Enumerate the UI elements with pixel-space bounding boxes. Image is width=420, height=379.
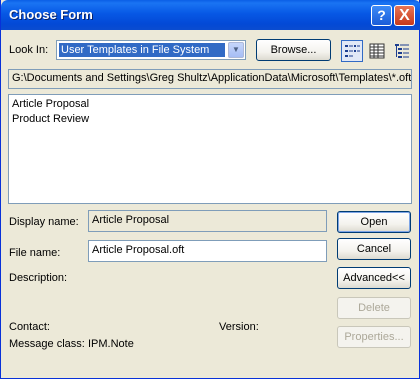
list-view-icon <box>345 45 360 57</box>
path-field: G:\Documents and Settings\Greg Shultz\Ap… <box>8 69 412 89</box>
chevron-down-icon[interactable]: ▼ <box>228 42 244 58</box>
title-bar[interactable]: Choose Form ? X <box>1 0 420 30</box>
close-icon: X <box>399 7 410 24</box>
message-class-value: IPM.Note <box>88 338 134 350</box>
contact-label: Contact: <box>9 321 50 333</box>
version-label: Version: <box>219 321 259 333</box>
details-view-button[interactable] <box>366 40 388 62</box>
window-title: Choose Form <box>9 7 93 22</box>
tree-view-button[interactable] <box>391 40 413 62</box>
look-in-dropdown[interactable]: User Templates in File System ▼ <box>56 40 246 60</box>
details-view-icon <box>369 43 385 59</box>
list-item[interactable]: Product Review <box>11 112 409 127</box>
properties-button[interactable]: Properties... <box>337 326 411 348</box>
tree-view-icon <box>395 44 409 58</box>
list-item[interactable]: Article Proposal <box>11 97 409 112</box>
list-view-button[interactable] <box>341 40 363 62</box>
cancel-button[interactable]: Cancel <box>337 238 411 260</box>
browse-button[interactable]: Browse... <box>256 39 331 61</box>
forms-list[interactable]: Article Proposal Product Review <box>8 94 412 204</box>
delete-button[interactable]: Delete <box>337 297 411 319</box>
close-button[interactable]: X <box>394 5 415 26</box>
file-name-label: File name: <box>9 247 61 259</box>
help-icon: ? <box>377 7 386 23</box>
open-button[interactable]: Open <box>337 211 411 233</box>
advanced-button[interactable]: Advanced<< <box>337 267 411 289</box>
display-name-label: Display name: <box>9 216 79 228</box>
message-class-label: Message class: <box>9 338 85 350</box>
look-in-value: User Templates in File System <box>59 43 225 57</box>
help-button[interactable]: ? <box>371 5 392 26</box>
look-in-label: Look In: <box>9 44 49 56</box>
choose-form-dialog: Choose Form ? X Look In: User Templates … <box>0 0 420 379</box>
file-name-input[interactable]: Article Proposal.oft <box>88 240 327 262</box>
display-name-field: Article Proposal <box>88 210 327 232</box>
description-label: Description: <box>9 272 68 284</box>
